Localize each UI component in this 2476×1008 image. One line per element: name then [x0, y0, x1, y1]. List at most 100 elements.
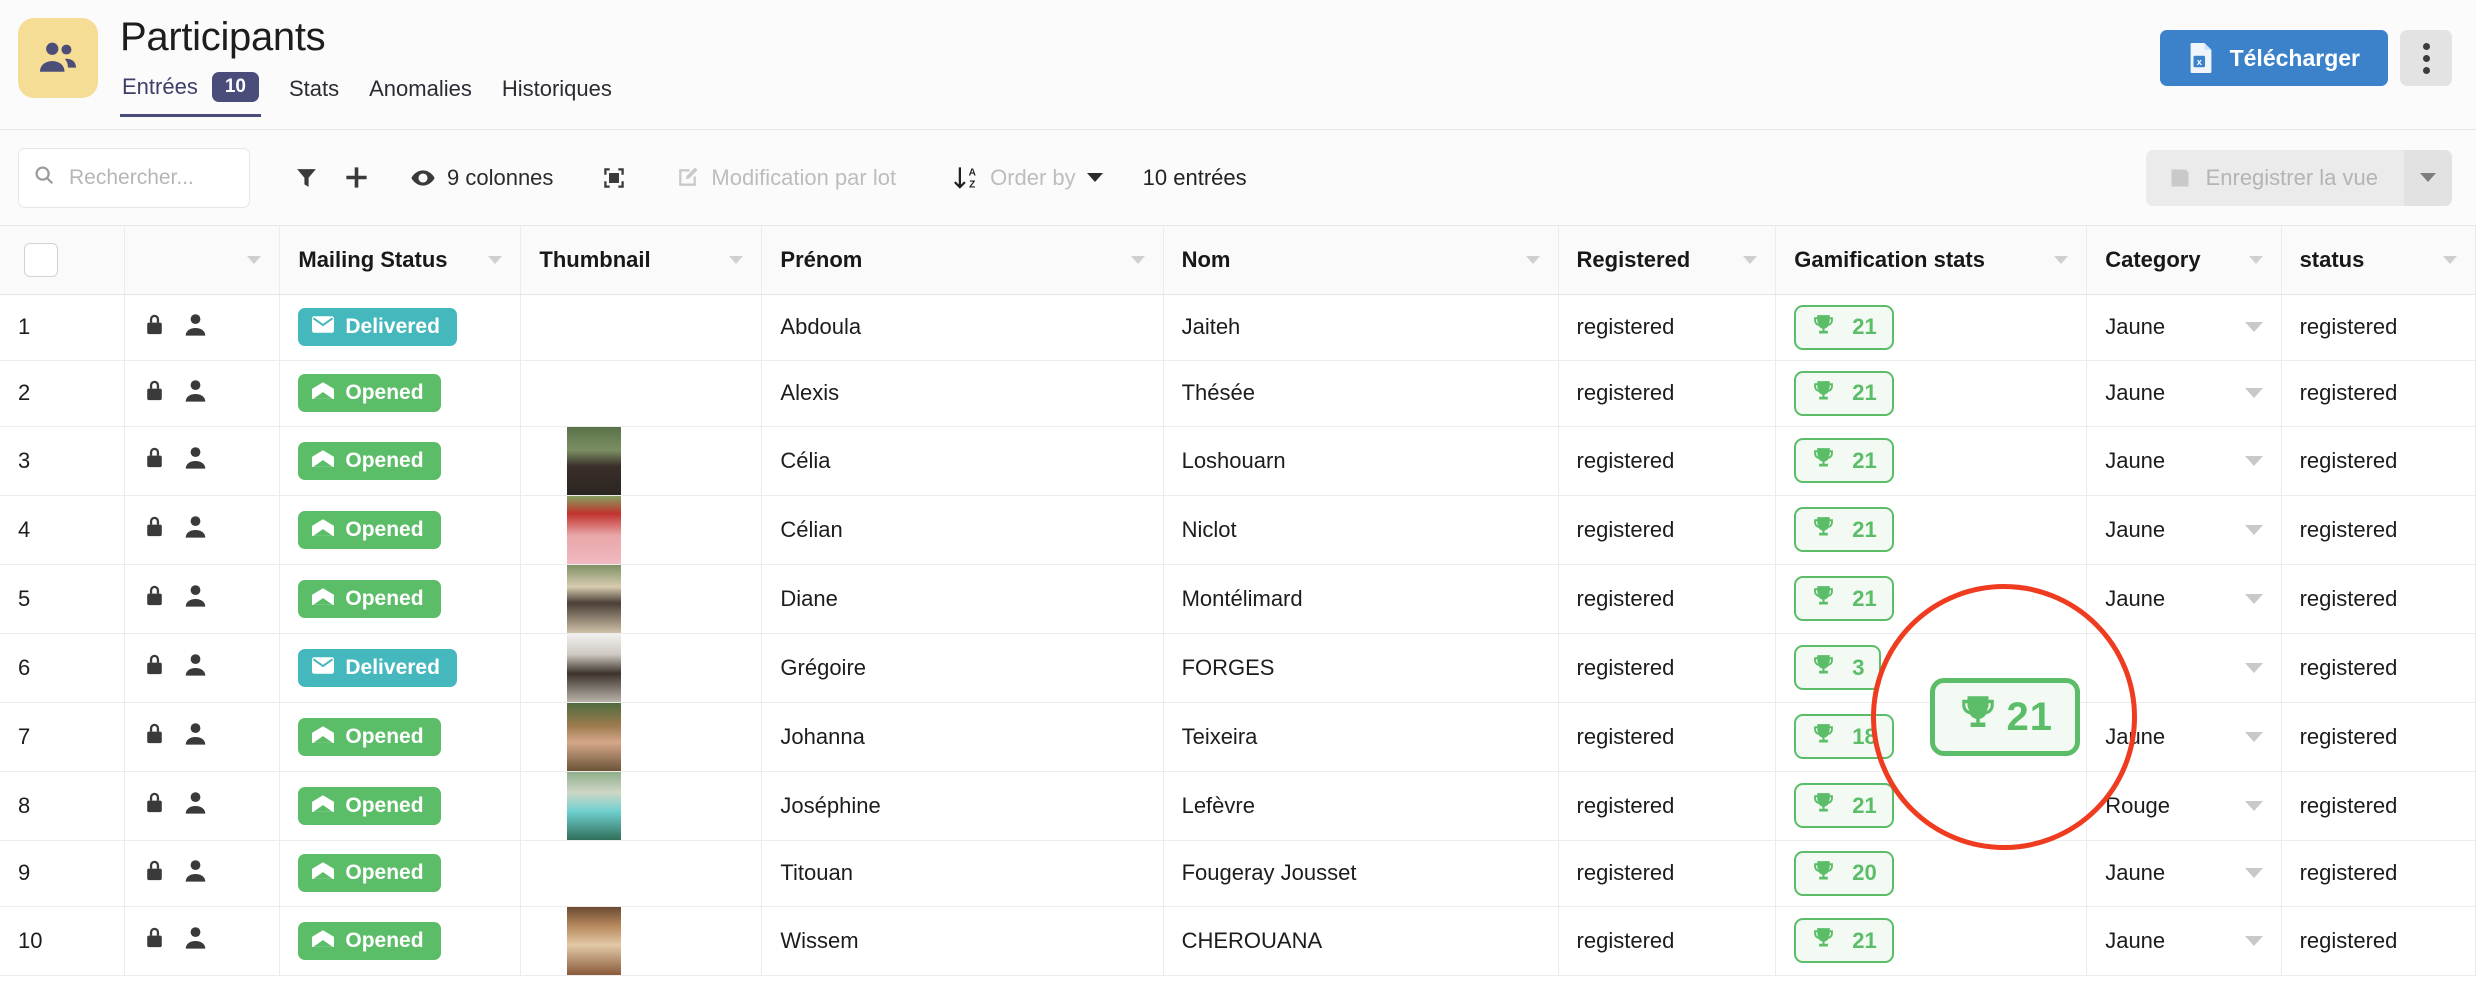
mailing-status-cell: Opened: [280, 771, 521, 840]
save-view-dropdown[interactable]: [2404, 150, 2452, 206]
plus-icon: [343, 164, 370, 191]
chevron-down-icon[interactable]: [2245, 801, 2263, 811]
search-box[interactable]: [18, 148, 250, 208]
person-icon[interactable]: [184, 514, 207, 545]
category-cell[interactable]: Jaune: [2087, 564, 2281, 633]
tab-historiques[interactable]: Historiques: [500, 70, 614, 114]
lock-icon[interactable]: [143, 378, 166, 409]
chevron-down-icon[interactable]: [2245, 322, 2263, 332]
table-row[interactable]: 4OpenedCélianNiclotregistered21Jauneregi…: [0, 495, 2476, 564]
category-cell[interactable]: Jaune: [2087, 294, 2281, 360]
thumbnail-image[interactable]: [567, 907, 621, 975]
lock-icon[interactable]: [143, 925, 166, 956]
table-row[interactable]: 8OpenedJoséphineLefèvreregistered21Rouge…: [0, 771, 2476, 840]
download-button[interactable]: x Télécharger: [2160, 30, 2388, 86]
lock-icon[interactable]: [143, 583, 166, 614]
mailing-status-label: Delivered: [345, 656, 440, 680]
chevron-down-icon[interactable]: [1526, 256, 1540, 264]
chevron-down-icon[interactable]: [2245, 868, 2263, 878]
person-icon[interactable]: [184, 378, 207, 409]
table-row[interactable]: 7OpenedJohannaTeixeiraregistered18Jauner…: [0, 702, 2476, 771]
chevron-down-icon[interactable]: [2245, 936, 2263, 946]
table-row[interactable]: 9OpenedTitouanFougeray Joussetregistered…: [0, 840, 2476, 906]
more-vertical-icon[interactable]: [2400, 30, 2452, 86]
chevron-down-icon[interactable]: [247, 256, 261, 264]
trophy-icon: [1811, 378, 1836, 409]
table-row[interactable]: 1DeliveredAbdoulaJaitehregistered21Jaune…: [0, 294, 2476, 360]
category-cell[interactable]: Jaune: [2087, 906, 2281, 975]
status-cell: registered: [2281, 426, 2475, 495]
chevron-down-icon[interactable]: [2245, 594, 2263, 604]
gamification-cell: 21: [1776, 495, 2087, 564]
registered-cell: registered: [1558, 495, 1776, 564]
save-view-button[interactable]: Enregistrer la vue: [2146, 150, 2452, 206]
columns-button[interactable]: 9 colonnes: [398, 148, 565, 208]
batch-edit-button[interactable]: Modification par lot: [663, 148, 908, 208]
lock-icon[interactable]: [143, 721, 166, 752]
person-icon[interactable]: [184, 721, 207, 752]
chevron-down-icon[interactable]: [2245, 525, 2263, 535]
chevron-down-icon[interactable]: [2245, 732, 2263, 742]
chevron-down-icon[interactable]: [2245, 663, 2263, 673]
person-icon[interactable]: [184, 790, 207, 821]
category-cell[interactable]: [2087, 633, 2281, 702]
category-cell[interactable]: Jaune: [2087, 702, 2281, 771]
chevron-down-icon[interactable]: [729, 256, 743, 264]
lock-icon[interactable]: [143, 312, 166, 343]
category-cell[interactable]: Rouge: [2087, 771, 2281, 840]
tab-stats[interactable]: Stats: [287, 70, 341, 114]
chevron-down-icon[interactable]: [2249, 256, 2263, 264]
lock-icon[interactable]: [143, 790, 166, 821]
select-all-checkbox[interactable]: [24, 243, 58, 277]
add-button[interactable]: [331, 148, 382, 208]
person-icon[interactable]: [184, 583, 207, 614]
person-icon[interactable]: [184, 652, 207, 683]
category-cell[interactable]: Jaune: [2087, 426, 2281, 495]
person-icon[interactable]: [184, 445, 207, 476]
category-cell[interactable]: Jaune: [2087, 840, 2281, 906]
thumbnail-image[interactable]: [567, 703, 621, 771]
registered-cell: registered: [1558, 906, 1776, 975]
svg-text:A: A: [969, 167, 977, 178]
fullscreen-button[interactable]: [589, 148, 639, 208]
lock-icon[interactable]: [143, 514, 166, 545]
chevron-down-icon[interactable]: [1087, 173, 1103, 182]
table-head: Mailing Status Thumbnail Prénom: [0, 226, 2476, 294]
lock-icon[interactable]: [143, 652, 166, 683]
save-view-main[interactable]: Enregistrer la vue: [2146, 150, 2404, 206]
chevron-down-icon[interactable]: [1743, 256, 1757, 264]
thumbnail-image[interactable]: [567, 772, 621, 840]
tab-anomalies[interactable]: Anomalies: [367, 70, 474, 114]
save-view-label: Enregistrer la vue: [2206, 165, 2378, 191]
thumbnail-image[interactable]: [567, 496, 621, 564]
chevron-down-icon[interactable]: [488, 256, 502, 264]
category-cell[interactable]: Jaune: [2087, 360, 2281, 426]
thumbnail-image[interactable]: [567, 565, 621, 633]
table-row[interactable]: 5OpenedDianeMontélimardregistered21Jaune…: [0, 564, 2476, 633]
chevron-down-icon[interactable]: [2054, 256, 2068, 264]
lock-icon[interactable]: [143, 445, 166, 476]
table-row[interactable]: 10OpenedWissemCHEROUANAregistered21Jaune…: [0, 906, 2476, 975]
chevron-down-icon[interactable]: [2245, 456, 2263, 466]
search-input[interactable]: [67, 165, 235, 191]
filter-button[interactable]: [282, 148, 331, 208]
lock-icon[interactable]: [143, 858, 166, 889]
category-value: Jaune: [2105, 380, 2165, 406]
chevron-down-icon[interactable]: [2245, 388, 2263, 398]
person-icon[interactable]: [184, 925, 207, 956]
chevron-down-icon[interactable]: [1131, 256, 1145, 264]
person-icon[interactable]: [184, 312, 207, 343]
person-icon[interactable]: [184, 858, 207, 889]
table-row[interactable]: 6DeliveredGrégoireFORGESregistered3regis…: [0, 633, 2476, 702]
table-toolbar: 9 colonnes Modification par lot: [0, 130, 2476, 226]
thumbnail-image[interactable]: [567, 427, 621, 495]
header-actions: x Télécharger: [2160, 30, 2452, 86]
thumbnail-image[interactable]: [567, 634, 621, 702]
order-by-button[interactable]: A Z Order by: [940, 148, 1115, 208]
chevron-down-icon[interactable]: [2443, 256, 2457, 264]
tab-entrees[interactable]: Entrées 10: [120, 66, 261, 117]
mailing-status-cell: Opened: [280, 426, 521, 495]
table-row[interactable]: 2OpenedAlexisThéséeregistered21Jauneregi…: [0, 360, 2476, 426]
table-row[interactable]: 3OpenedCéliaLoshouarnregistered21Jaunere…: [0, 426, 2476, 495]
category-cell[interactable]: Jaune: [2087, 495, 2281, 564]
